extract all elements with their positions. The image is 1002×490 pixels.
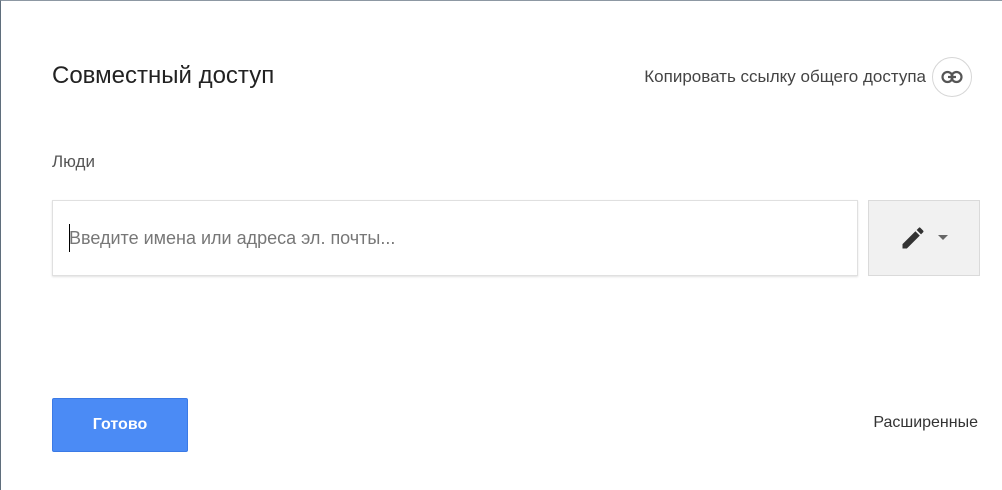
pencil-icon [899, 224, 927, 252]
people-label: Люди [52, 152, 95, 171]
share-dialog-window: Совместный доступ Копировать ссылку обще… [0, 0, 1002, 490]
done-button[interactable]: Готово [52, 398, 188, 452]
dialog-title: Совместный доступ [52, 62, 275, 89]
permission-dropdown-button[interactable] [868, 200, 980, 276]
copy-share-link[interactable]: Копировать ссылку общего доступа [644, 57, 972, 97]
people-email-input[interactable] [53, 201, 857, 275]
advanced-settings-link[interactable]: Расширенные [873, 414, 978, 432]
text-caret [69, 224, 70, 252]
share-dialog: Совместный доступ Копировать ссылку обще… [2, 2, 1002, 490]
people-input-container[interactable] [52, 200, 858, 276]
caret-down-icon [937, 234, 949, 242]
link-icon[interactable] [932, 57, 972, 97]
copy-link-label[interactable]: Копировать ссылку общего доступа [644, 67, 926, 87]
